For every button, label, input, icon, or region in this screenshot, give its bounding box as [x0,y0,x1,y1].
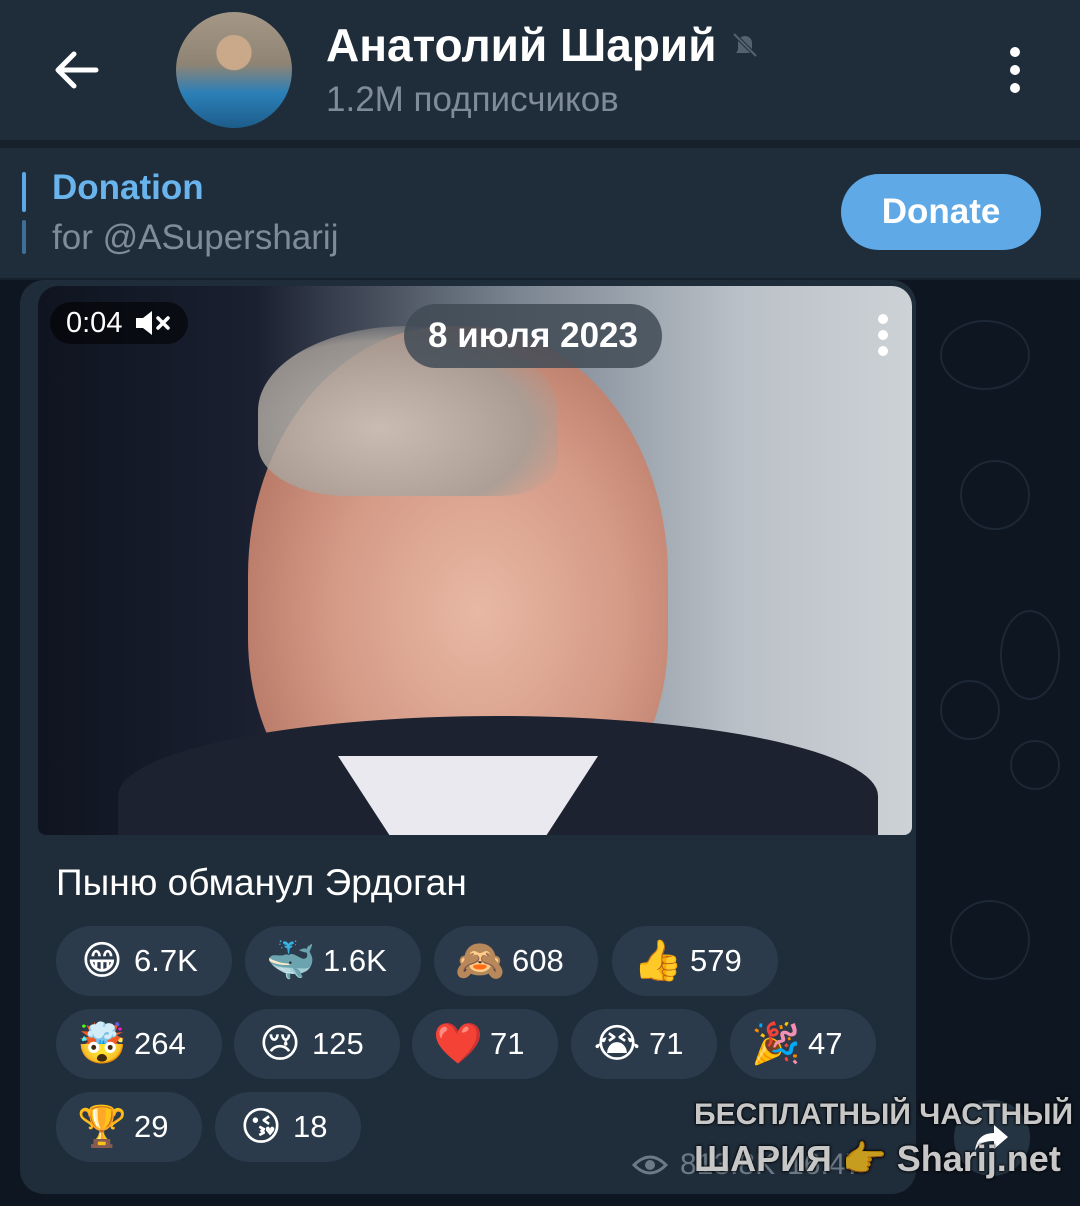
subscriber-count: 1.2M подписчиков [326,80,619,119]
reaction-count: 125 [312,1026,364,1061]
pinned-title: Donation [52,168,204,207]
speaker-muted-icon [136,311,171,335]
grinning-face-icon: 😁 [81,939,123,983]
wallpaper-doodle [940,320,1030,390]
reaction-count: 1.6K [323,943,387,978]
face-blowing-kiss-icon: 😘 [240,1105,282,1149]
menu-dot [878,330,888,340]
date-badge: 8 июля 2023 [404,304,662,368]
kebab-menu-button[interactable] [990,38,1040,102]
reaction-chip[interactable]: 🐳 1.6K [245,926,421,996]
reaction-count: 29 [134,1109,169,1144]
channel-title[interactable]: Анатолий Шарий [326,18,760,72]
reaction-chip[interactable]: 😁 6.7K [56,926,232,996]
reaction-chip[interactable]: 👍 579 [612,926,778,996]
wallpaper-doodle [1000,610,1060,700]
see-no-evil-monkey-icon: 🙈 [455,939,505,983]
party-popper-icon: 🎉 [751,1022,801,1066]
channel-name: Анатолий Шарий [326,19,717,71]
arrow-left-icon [55,51,99,89]
exploding-head-icon: 🤯 [77,1022,127,1066]
reaction-chip[interactable]: ❤️ 71 [412,1009,558,1079]
reaction-count: 71 [649,1026,684,1061]
video-duration: 0:04 [66,306,123,339]
media-menu-button[interactable] [870,310,896,360]
crying-face-icon: 😢 [259,1022,301,1066]
chat-header: Анатолий Шарий 1.2M подписчиков [0,0,1080,140]
loudly-crying-face-icon: 😭 [593,1022,641,1066]
reaction-count: 47 [808,1026,843,1061]
eye-icon [632,1155,668,1175]
whale-icon: 🐳 [266,939,316,983]
heart-icon: ❤️ [433,1022,483,1066]
reaction-count: 6.7K [134,943,198,978]
pin-indicator [22,172,26,212]
reaction-chip[interactable]: 😘 18 [215,1092,361,1162]
wallpaper-doodle [940,680,1000,740]
reaction-chip[interactable]: 😭 71 [571,1009,717,1079]
watermark-line1: БЕСПЛАТНЫЙ ЧАСТНЫЙ [694,1098,1074,1131]
muted-bell-icon [733,32,758,58]
reaction-count: 18 [293,1109,328,1144]
reaction-count: 579 [690,943,742,978]
menu-dot [878,314,888,324]
wallpaper-doodle [950,900,1030,980]
trophy-icon: 🏆 [77,1105,127,1149]
menu-dot [878,346,888,356]
video-thumbnail[interactable]: 0:04 8 июля 2023 [38,286,912,835]
reaction-chip[interactable]: 😢 125 [234,1009,400,1079]
chat-area[interactable]: 0:04 8 июля 2023 Пыню обманул Эрдоган 😁 … [0,280,1080,1206]
menu-dot [1010,65,1020,75]
donate-button[interactable]: Donate [841,174,1041,250]
menu-dot [1010,83,1020,93]
pinned-subtitle: for @ASupersharij [52,218,339,257]
channel-avatar[interactable] [176,12,292,128]
watermark-line2: ШАРИЯ 👉 Sharij.net [694,1138,1061,1179]
wallpaper-doodle [960,460,1030,530]
reaction-count: 264 [134,1026,186,1061]
back-button[interactable] [44,38,108,102]
reaction-chip[interactable]: 🙈 608 [434,926,598,996]
thumbs-up-icon: 👍 [633,939,683,983]
reaction-count: 71 [490,1026,525,1061]
reaction-chip[interactable]: 🏆 29 [56,1092,202,1162]
reaction-chip[interactable]: 🎉 47 [730,1009,876,1079]
watermark: БЕСПЛАТНЫЙ ЧАСТНЫЙ ШАРИЯ 👉 Sharij.net [690,1098,1074,1188]
message-bubble[interactable]: 0:04 8 июля 2023 Пыню обманул Эрдоган 😁 … [20,280,916,1194]
wallpaper-doodle [1010,740,1060,790]
pinned-message-bar[interactable]: Donation for @ASupersharij Donate [0,148,1080,278]
video-duration-badge[interactable]: 0:04 [50,302,189,344]
reaction-chip[interactable]: 🤯 264 [56,1009,222,1079]
message-caption: Пыню обманул Эрдоган [56,862,467,903]
menu-dot [1010,47,1020,57]
reaction-count: 608 [512,943,564,978]
pin-indicator [22,220,26,254]
